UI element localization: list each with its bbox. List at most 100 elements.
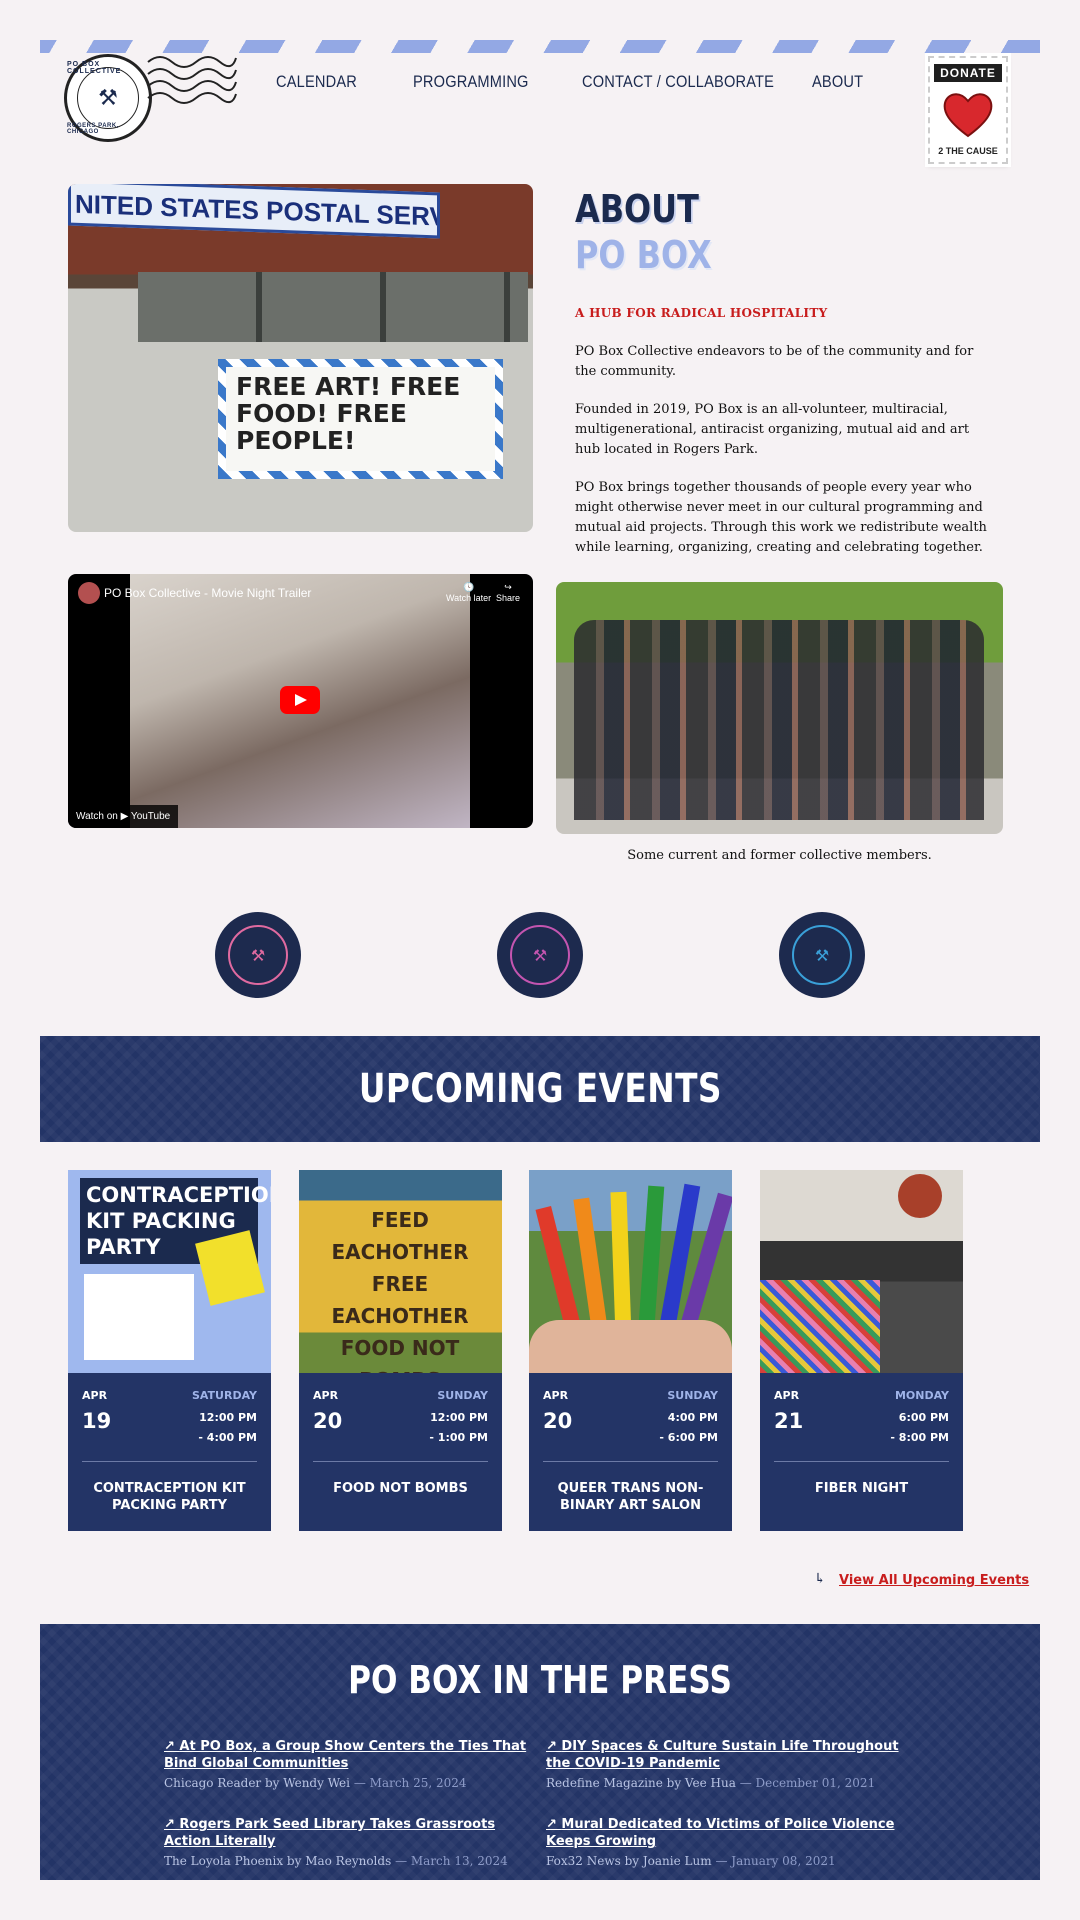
event-poster-image xyxy=(529,1170,732,1373)
event-end-time: - 1:00 PM xyxy=(429,1431,488,1444)
event-end-time: - 6:00 PM xyxy=(659,1431,718,1444)
main-nav: CALENDAR PROGRAMMING CONTACT / COLLABORA… xyxy=(0,72,1080,96)
event-card[interactable]: APR 21 MONDAY 6:00 PM - 8:00 PM FIBER NI… xyxy=(760,1170,963,1531)
press-link[interactable]: ↗ DIY Spaces & Culture Sustain Life Thro… xyxy=(546,1738,926,1772)
poster-body-text xyxy=(84,1274,194,1360)
event-card[interactable]: CONTRACEPTION KIT PACKING PARTY APR 19 S… xyxy=(68,1170,271,1531)
press-source: Redefine Magazine by Vee Hua — December … xyxy=(546,1776,926,1790)
event-start-time: 12:00 PM xyxy=(430,1411,488,1424)
share-icon: ↪ xyxy=(504,582,512,592)
about-heading-line2: PO BOX xyxy=(575,233,712,277)
nav-contact-collaborate[interactable]: CONTACT / COLLABORATE xyxy=(582,72,774,92)
event-month: APR xyxy=(774,1389,800,1402)
logo-stamp-2: ⚒ xyxy=(497,912,583,998)
divider xyxy=(543,1461,718,1462)
event-meta: APR 19 SATURDAY 12:00 PM - 4:00 PM CONTR… xyxy=(68,1373,271,1531)
photo-caption: Some current and former collective membe… xyxy=(627,848,932,863)
press-link[interactable]: ↗ Mural Dedicated to Victims of Police V… xyxy=(546,1816,926,1850)
nav-about[interactable]: ABOUT xyxy=(812,72,863,92)
press-outlet-author: Fox32 News by Joanie Lum xyxy=(546,1854,712,1868)
event-month: APR xyxy=(82,1389,108,1402)
youtube-video-embed[interactable]: PO Box Collective - Movie Night Trailer … xyxy=(68,574,533,828)
event-day: 19 xyxy=(82,1409,112,1433)
event-weekday: SUNDAY xyxy=(667,1389,718,1402)
donate-stamp-button[interactable]: DONATE 2 THE CAUSE xyxy=(928,56,1008,164)
event-meta: APR 20 SUNDAY 12:00 PM - 1:00 PM FOOD NO… xyxy=(299,1373,502,1531)
logo-tools-icon: ⚒ xyxy=(510,925,570,985)
external-arrow-icon: ↗ xyxy=(164,1739,180,1754)
press-source: Chicago Reader by Wendy Wei — March 25, … xyxy=(164,1776,544,1790)
divider xyxy=(313,1461,488,1462)
collective-members-photo xyxy=(556,582,1003,834)
press-heading-text: PO BOX IN THE PRESS xyxy=(348,1658,732,1702)
event-start-time: 12:00 PM xyxy=(199,1411,257,1424)
event-name: CONTRACEPTION KIT PACKING PARTY xyxy=(93,1481,246,1513)
press-section: PO BOX IN THE PRESS ↗ At PO Box, a Group… xyxy=(40,1624,1040,1880)
press-item: ↗ At PO Box, a Group Show Centers the Ti… xyxy=(164,1738,544,1790)
braided-rug xyxy=(760,1280,880,1373)
event-poster-image xyxy=(760,1170,963,1373)
press-outlet-author: Redefine Magazine by Vee Hua xyxy=(546,1776,736,1790)
event-month: APR xyxy=(313,1389,339,1402)
upcoming-events-banner: UPCOMING EVENTS xyxy=(40,1036,1040,1142)
channel-avatar[interactable] xyxy=(78,582,100,604)
postal-service-banner: NITED STATES POSTAL SERVICE xyxy=(68,184,440,239)
yellow-marker xyxy=(610,1191,632,1339)
press-heading: PO BOX IN THE PRESS xyxy=(40,1658,1040,1702)
divider xyxy=(82,1461,257,1462)
watch-later-label: Watch later xyxy=(446,593,492,603)
event-weekday: SUNDAY xyxy=(437,1389,488,1402)
watch-later-button[interactable]: 🕓 Watch later xyxy=(446,582,491,603)
group-of-people xyxy=(574,620,984,820)
press-item: ↗ DIY Spaces & Culture Sustain Life Thro… xyxy=(546,1738,926,1790)
hand xyxy=(529,1320,732,1373)
event-day: 20 xyxy=(543,1409,573,1433)
press-date: — March 25, 2024 xyxy=(353,1776,467,1790)
press-headline[interactable]: Mural Dedicated to Victims of Police Vio… xyxy=(546,1817,894,1849)
donate-label: DONATE xyxy=(934,64,1002,82)
view-all-events-link[interactable]: View All Upcoming Events xyxy=(839,1573,1029,1588)
upcoming-events-heading: UPCOMING EVENTS xyxy=(358,1066,722,1112)
po-box-logo[interactable]: PO BOX COLLECTIVE ⚒ ROGERS PARK, CHICAGO xyxy=(64,54,152,142)
event-start-time: 6:00 PM xyxy=(898,1411,949,1424)
share-label: Share xyxy=(496,593,521,603)
logo-tools-icon: ⚒ xyxy=(792,925,852,985)
event-month: APR xyxy=(543,1389,569,1402)
press-item: ↗ Mural Dedicated to Victims of Police V… xyxy=(546,1816,926,1868)
video-title[interactable]: PO Box Collective - Movie Night Trailer xyxy=(104,586,311,600)
about-paragraph: PO Box brings together thousands of peop… xyxy=(575,480,987,555)
event-poster-image: FEED EACHOTHER FREE EACHOTHER FOOD NOT B… xyxy=(299,1170,502,1373)
event-weekday: MONDAY xyxy=(894,1389,949,1402)
event-card[interactable]: APR 20 SUNDAY 4:00 PM - 6:00 PM QUEER TR… xyxy=(529,1170,732,1531)
press-headline[interactable]: At PO Box, a Group Show Centers the Ties… xyxy=(164,1739,526,1771)
external-arrow-icon: ↗ xyxy=(546,1739,562,1754)
press-item: ↗ Rogers Park Seed Library Takes Grassro… xyxy=(164,1816,544,1868)
arrow-return-icon: ↳ xyxy=(814,1571,826,1587)
nav-programming[interactable]: PROGRAMMING xyxy=(413,72,529,92)
logo-ring-text-bottom: ROGERS PARK, CHICAGO xyxy=(67,123,119,135)
heart-icon xyxy=(943,93,993,138)
press-source: The Loyola Phoenix by Mao Reynolds — Mar… xyxy=(164,1854,544,1868)
logo-tools-icon: ⚒ xyxy=(228,925,288,985)
nav-calendar[interactable]: CALENDAR xyxy=(276,72,357,92)
logo-stamp-1: ⚒ xyxy=(215,912,301,998)
about-heading-line1: ABOUT xyxy=(575,187,699,231)
event-day: 20 xyxy=(313,1409,343,1433)
post-office-storefront-photo: NITED STATES POSTAL SERVICE FREE ART! FR… xyxy=(68,184,533,532)
event-end-time: - 8:00 PM xyxy=(890,1431,949,1444)
press-headline[interactable]: Rogers Park Seed Library Takes Grassroot… xyxy=(164,1817,495,1849)
share-button[interactable]: ↪ Share xyxy=(496,582,520,603)
free-art-sign: FREE ART! FREE FOOD! FREE PEOPLE! xyxy=(218,359,503,479)
event-start-time: 4:00 PM xyxy=(667,1411,718,1424)
about-paragraph: Founded in 2019, PO Box is an all-volunt… xyxy=(575,402,970,457)
press-headline[interactable]: DIY Spaces & Culture Sustain Life Throug… xyxy=(546,1739,899,1771)
about-body: PO Box Collective endeavors to be of the… xyxy=(575,342,995,576)
watch-on-youtube-link[interactable]: Watch on ▶ YouTube xyxy=(68,805,179,828)
press-link[interactable]: ↗ Rogers Park Seed Library Takes Grassro… xyxy=(164,1816,544,1850)
press-link[interactable]: ↗ At PO Box, a Group Show Centers the Ti… xyxy=(164,1738,544,1772)
event-end-time: - 4:00 PM xyxy=(198,1431,257,1444)
event-card[interactable]: FEED EACHOTHER FREE EACHOTHER FOOD NOT B… xyxy=(299,1170,502,1531)
press-outlet-author: Chicago Reader by Wendy Wei xyxy=(164,1776,350,1790)
play-button-icon[interactable] xyxy=(280,686,320,714)
event-weekday: SATURDAY xyxy=(191,1389,257,1402)
